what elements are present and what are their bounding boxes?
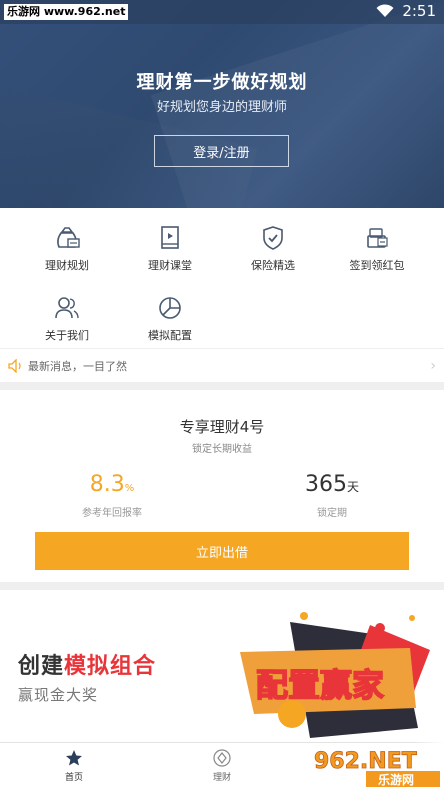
news-ticker[interactable]: 最新消息，一目了然 › (0, 348, 444, 382)
site-logo-overlay: 962.NET 乐游网 (308, 742, 444, 789)
product-card: 专享理财4号 锁定长期收益 8.3% 参考年回报率 365天 锁定期 立即出借 (0, 390, 444, 582)
product-subtitle: 锁定长期收益 (192, 444, 252, 455)
promo-art: 配置赢家 (240, 612, 430, 738)
video-book-icon (161, 226, 179, 249)
promo-banner[interactable]: 创建模拟组合 赢现金大奖 配置赢家 (0, 590, 444, 742)
red-envelope-icon (367, 228, 388, 248)
menu-label: 理财课堂 (148, 259, 192, 272)
tab-label: 理财 (212, 773, 231, 783)
product-title: 专享理财4号 (179, 418, 265, 436)
banner-title-prefix: 创建 (18, 654, 65, 679)
rate-label: 参考年回报率 (82, 508, 142, 519)
menu-label: 模拟配置 (148, 329, 192, 342)
news-text: 最新消息，一目了然 (28, 359, 127, 373)
tab-finance[interactable]: 理财 (182, 749, 262, 783)
term-label: 锁定期 (317, 508, 347, 519)
banner-title-highlight: 模拟组合 (64, 654, 157, 679)
menu-item-about[interactable]: 关于我们 (22, 294, 112, 343)
feature-menu: 理财规划 理财课堂 保险精选 签到领红包 关于我们 模拟配置 (0, 208, 444, 348)
menu-item-checkin[interactable]: 签到领红包 (332, 224, 422, 273)
overlay-logo-subtext: 乐游网 (378, 772, 414, 787)
hero-banner: 乐游网 www.962.net 2:51 理财第一步做好规划 好规划您身边的理财… (0, 0, 444, 208)
menu-label: 关于我们 (45, 329, 89, 342)
rate-unit: % (124, 483, 135, 494)
menu-item-simulate[interactable]: 模拟配置 (125, 294, 215, 343)
shield-check-icon (263, 226, 283, 250)
wifi-icon (376, 4, 394, 17)
promo-art-text: 配置赢家 (256, 666, 384, 704)
star-icon (66, 750, 82, 766)
diamond-icon (213, 749, 231, 767)
rate-value: 8.3% (52, 472, 172, 497)
status-icons: 2:51 (376, 2, 436, 20)
chevron-right-icon: › (430, 357, 436, 374)
banner-title: 创建模拟组合 (18, 648, 156, 680)
banner-subtitle: 赢现金大奖 (18, 686, 99, 704)
menu-label: 理财规划 (45, 259, 89, 272)
tab-home[interactable]: 首页 (34, 749, 114, 783)
pie-chart-icon (159, 297, 181, 319)
term-value: 365天 (272, 472, 392, 497)
term-number: 365 (304, 472, 347, 497)
watermark-label: 乐游网 www.962.net (4, 4, 129, 20)
money-bag-icon (57, 227, 80, 248)
menu-label: 保险精选 (251, 259, 295, 272)
menu-item-insurance[interactable]: 保险精选 (228, 224, 318, 273)
hero-subtitle: 好规划您身边的理财师 (156, 100, 287, 115)
menu-label: 签到领红包 (349, 259, 405, 272)
people-icon (55, 297, 79, 319)
term-unit: 天 (346, 480, 359, 494)
overlay-logo-text: 962.NET (314, 749, 417, 774)
tab-label: 首页 (64, 773, 83, 783)
menu-item-planning[interactable]: 理财规划 (22, 224, 112, 273)
login-register-button[interactable]: 登录/注册 (154, 135, 289, 167)
speaker-icon (8, 358, 21, 373)
menu-item-classroom[interactable]: 理财课堂 (125, 224, 215, 273)
rate-number: 8.3 (89, 472, 125, 497)
invest-now-button[interactable]: 立即出借 (35, 532, 409, 570)
status-time: 2:51 (402, 2, 436, 20)
status-bar: 乐游网 www.962.net 2:51 (0, 0, 444, 24)
hero-title: 理财第一步做好规划 (136, 72, 308, 93)
